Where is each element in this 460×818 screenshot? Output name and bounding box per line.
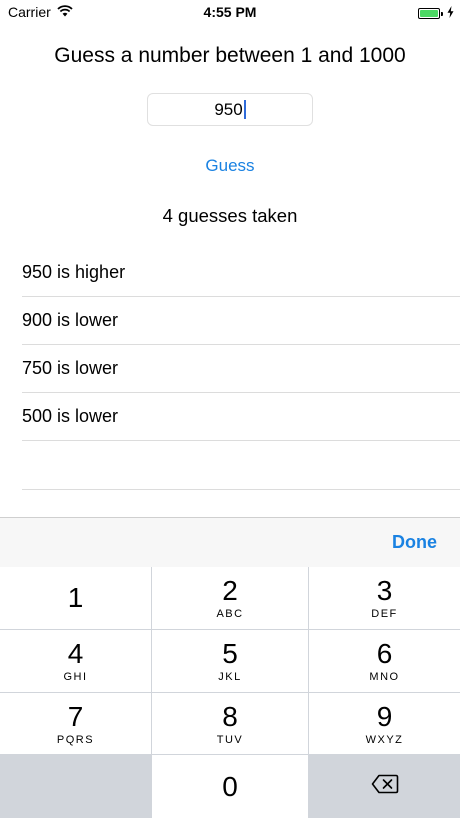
guess-button[interactable]: Guess	[0, 156, 460, 176]
number-keypad: 1 2 ABC 3 DEF 4 GHI 5 JKL 6 MNO 7 PQRS 8…	[0, 567, 460, 818]
key-digit: 7	[67, 700, 84, 732]
key-digit: 0	[222, 770, 238, 802]
key-6[interactable]: 6 MNO	[309, 630, 460, 692]
text-cursor	[243, 100, 246, 119]
key-0[interactable]: 0	[152, 755, 308, 818]
delete-backspace-icon	[371, 774, 399, 799]
key-7[interactable]: 7 PQRS	[0, 693, 151, 754]
key-digit: 4	[67, 638, 84, 669]
key-2[interactable]: 2 ABC	[152, 567, 308, 629]
key-letters: MNO	[369, 671, 400, 683]
delete-key[interactable]	[309, 755, 460, 818]
key-5[interactable]: 5 JKL	[152, 630, 308, 692]
charging-bolt-icon	[447, 5, 454, 21]
guess-input[interactable]: 950	[147, 93, 313, 126]
key-9[interactable]: 9 WXYZ	[309, 693, 460, 754]
status-right	[418, 5, 454, 21]
guess-history-list: 950 is higher 900 is lower 750 is lower …	[0, 249, 460, 490]
key-digit: 1	[67, 582, 84, 613]
history-row-text: 900 is lower	[22, 310, 119, 330]
key-letters: TUV	[216, 733, 244, 746]
key-digit: 9	[376, 700, 393, 732]
key-4[interactable]: 4 GHI	[0, 630, 151, 692]
key-letters: ABC	[216, 608, 244, 620]
key-digit: 3	[376, 575, 393, 606]
key-letters: WXYZ	[365, 733, 404, 746]
history-row: 900 is lower	[22, 297, 460, 345]
history-row-empty	[22, 441, 460, 490]
key-letters: JKL	[218, 671, 242, 683]
guesses-count-label: 4 guesses taken	[162, 205, 298, 226]
status-bar: Carrier 4:55 PM	[0, 0, 460, 24]
battery-icon	[418, 7, 443, 19]
history-row-text: 950 is higher	[22, 262, 126, 282]
status-time: 4:55 PM	[203, 4, 257, 20]
key-1[interactable]: 1	[0, 567, 151, 629]
key-3[interactable]: 3 DEF	[309, 567, 460, 629]
prompt-title: Guess a number between 1 and 1000	[54, 44, 406, 67]
key-8[interactable]: 8 TUV	[152, 693, 308, 754]
keyboard-accessory-bar: Done	[0, 517, 460, 567]
history-row-text: 750 is lower	[22, 358, 119, 378]
guess-input-value: 950	[214, 99, 243, 119]
key-digit: 2	[222, 575, 238, 606]
history-row: 500 is lower	[22, 393, 460, 441]
key-letters: PQRS	[56, 733, 95, 746]
done-button[interactable]: Done	[392, 532, 437, 553]
key-digit: 6	[376, 638, 393, 669]
key-digit: 8	[222, 700, 238, 732]
key-letters: DEF	[371, 608, 398, 620]
history-row: 750 is lower	[22, 345, 460, 393]
key-letters: GHI	[63, 671, 88, 683]
key-blank	[0, 755, 151, 818]
key-digit: 5	[222, 638, 238, 669]
history-row-text: 500 is lower	[22, 406, 119, 426]
battery-level-fill	[420, 9, 438, 17]
history-row: 950 is higher	[22, 249, 460, 297]
